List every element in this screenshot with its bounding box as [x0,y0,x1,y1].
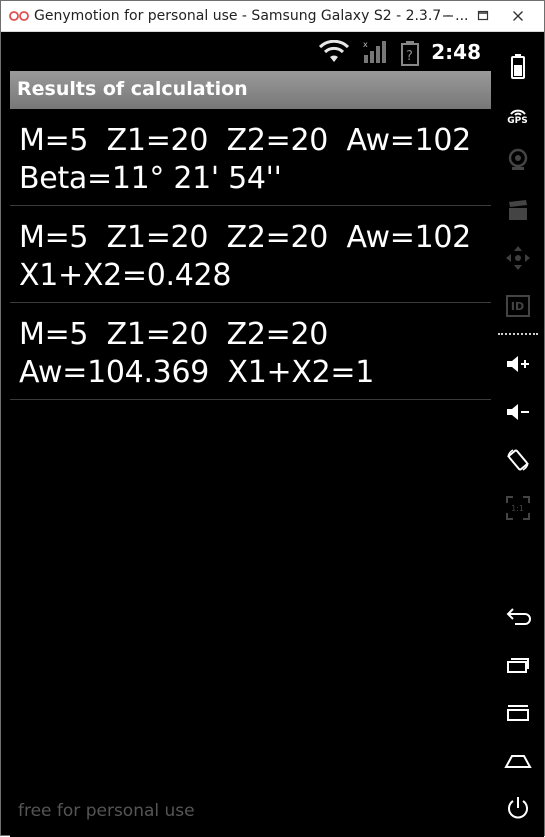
close-button[interactable] [501,1,535,30]
battery-icon [510,54,525,79]
minimize-icon [443,14,453,17]
list-item[interactable]: M=5 Z1=20 Z2=20 Aw=102 X1+X2=0.428 [10,206,491,303]
power-icon [507,797,528,819]
volume-up-icon [506,356,529,372]
result-line-1: M=5 Z1=20 Z2=20 [19,317,329,352]
back-button[interactable] [491,599,544,633]
toolbar-divider [498,333,538,335]
emulator-toolbar: GPS ID 1:1 [491,33,544,837]
menu-button[interactable] [491,695,544,729]
svg-text:x: x [363,40,368,49]
id-label: ID [510,299,525,313]
home-icon [503,755,532,768]
close-icon [513,10,523,21]
home-button[interactable] [491,743,544,777]
webcam-icon [508,148,527,170]
result-line-2: X1+X2=0.428 [19,258,232,293]
svg-text:?: ? [406,49,413,64]
volume-down-icon [506,404,529,420]
clapperboard-icon [508,200,527,220]
dpad-tool-button[interactable] [491,241,544,275]
pixel-perfect-button[interactable]: 1:1 [491,491,544,525]
status-bar: x ? 2:48 [10,33,491,71]
maximize-button[interactable] [466,1,500,30]
dpad-icon [505,246,530,270]
genymotion-logo-icon [9,11,29,21]
result-line-2: Beta=11° 21' 54'' [19,161,282,196]
recent-apps-button[interactable] [491,647,544,681]
gps-tool-button[interactable]: GPS [491,99,544,133]
android-screen: x ? 2:48 Results of calculation M=5 Z1=2… [10,33,491,837]
recent-apps-icon [506,658,529,673]
status-clock: 2:48 [431,40,481,64]
minimize-button[interactable] [431,1,465,30]
power-button[interactable] [491,791,544,825]
cell-signal-icon: x [363,40,386,63]
battery-tool-button[interactable] [491,49,544,83]
wifi-icon [319,40,349,62]
volume-up-button[interactable] [491,347,544,381]
results-list: M=5 Z1=20 Z2=20 Aw=102 Beta=11° 21' 54''… [10,109,491,400]
maximize-icon [477,10,489,20]
list-item[interactable]: M=5 Z1=20 Z2=20 Aw=104.369 X1+X2=1 [10,303,491,400]
app-title-bar: Results of calculation [10,71,491,109]
camera-tool-button[interactable] [491,143,544,177]
gps-label: GPS [507,116,528,126]
rotate-button[interactable] [491,443,544,477]
app-title: Results of calculation [17,78,248,100]
capture-tool-button[interactable] [491,193,544,227]
result-line-2: Aw=104.369 X1+X2=1 [19,355,375,390]
volume-down-button[interactable] [491,395,544,429]
rotate-screen-icon [506,449,529,471]
menu-icon [506,705,529,721]
gps-signal-icon [509,109,526,116]
pixel-ratio-label: 1:1 [511,503,524,513]
result-line-1: M=5 Z1=20 Z2=20 Aw=102 [19,123,471,158]
result-line-1: M=5 Z1=20 Z2=20 Aw=102 [19,220,471,255]
battery-unknown-icon: ? [401,41,419,66]
watermark-text: free for personal use [18,801,195,821]
window-title: Genymotion for personal use - Samsung Ga… [34,8,469,24]
list-item[interactable]: M=5 Z1=20 Z2=20 Aw=102 Beta=11° 21' 54'' [10,109,491,206]
device-id-tool-button[interactable]: ID [491,289,544,323]
window-titlebar[interactable]: Genymotion for personal use - Samsung Ga… [1,1,544,32]
back-icon [506,608,531,625]
emulator-window: Genymotion for personal use - Samsung Ga… [0,0,545,837]
